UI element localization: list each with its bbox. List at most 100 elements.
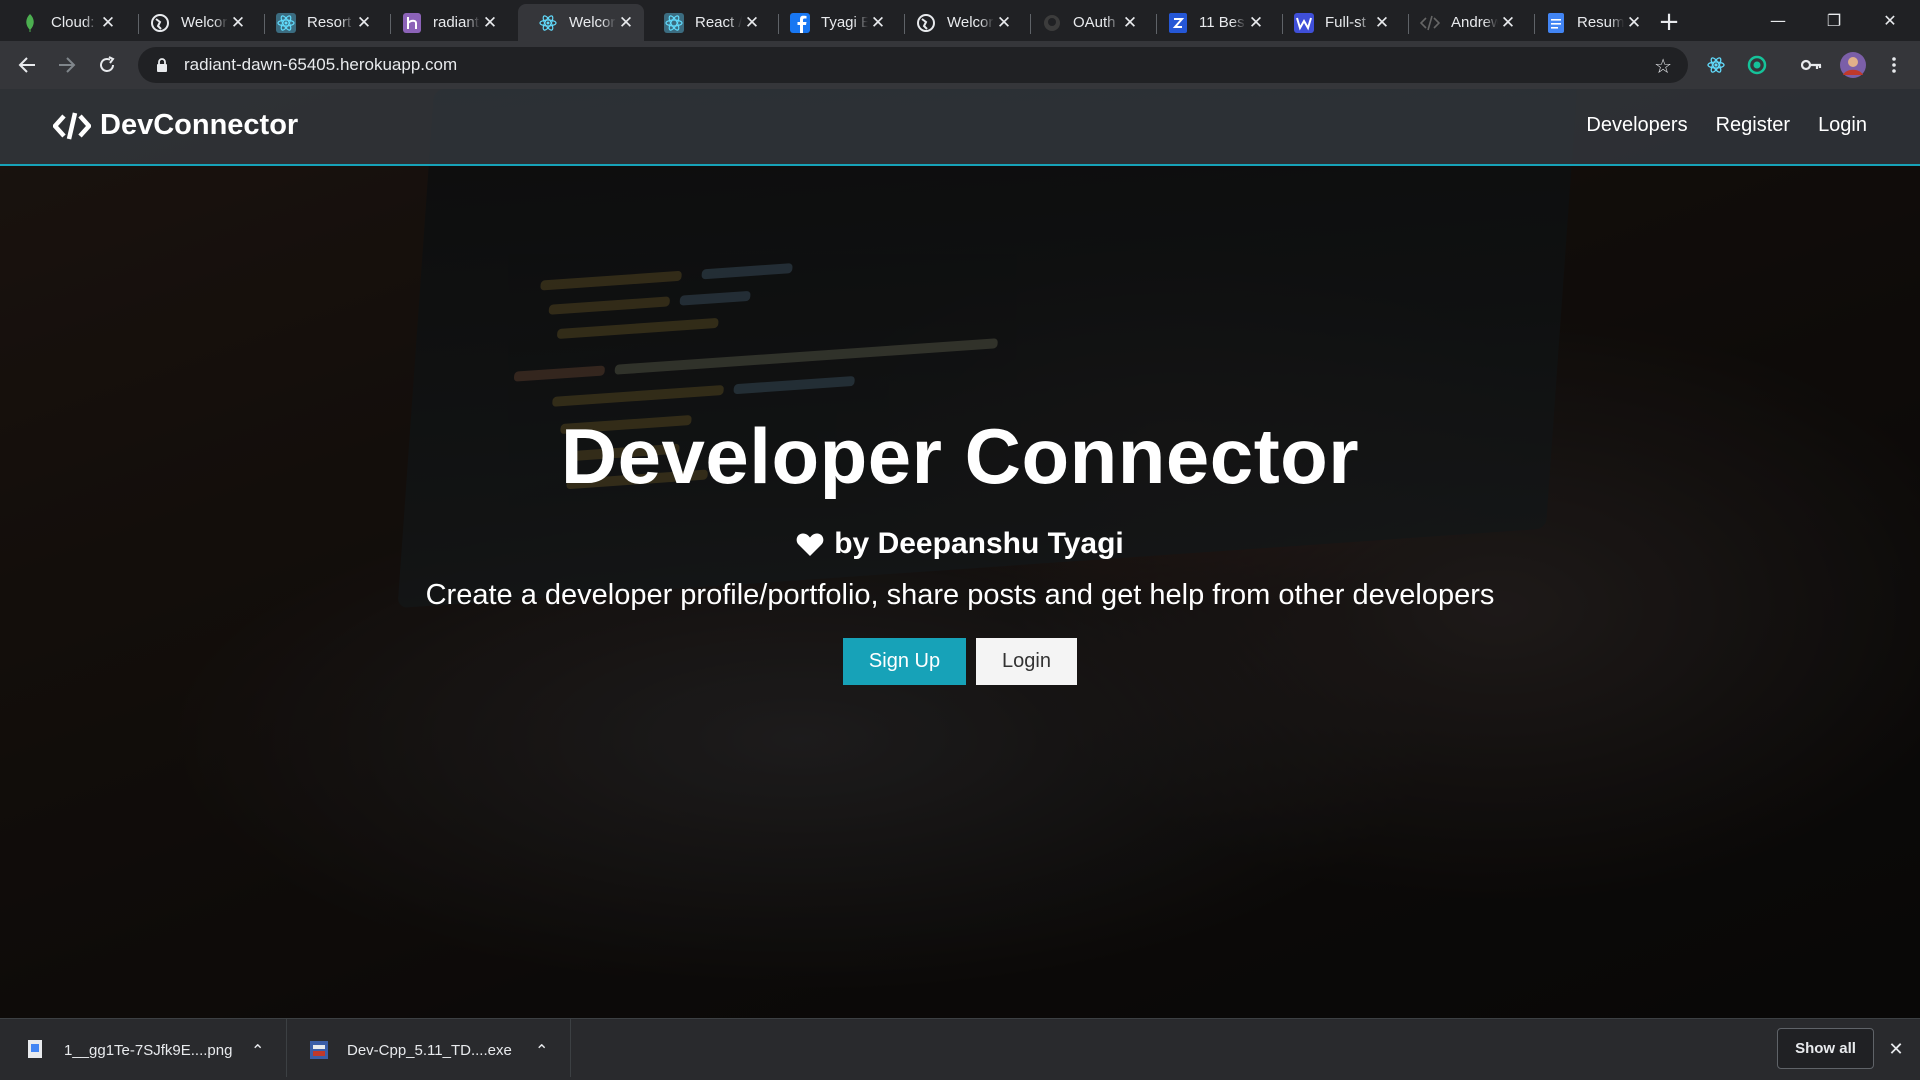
github-icon — [1042, 13, 1062, 33]
back-button[interactable] — [13, 51, 41, 79]
close-icon[interactable]: ✕ — [1246, 13, 1266, 33]
docs-icon — [1546, 12, 1566, 33]
facebook-icon — [790, 12, 810, 33]
close-icon[interactable]: ✕ — [1120, 13, 1140, 33]
tab-resume[interactable]: Resum ✕ — [1526, 4, 1652, 41]
forward-button[interactable] — [53, 51, 81, 79]
nav-developers-link[interactable]: Developers — [1586, 114, 1687, 137]
tab-title: Welcor — [181, 14, 228, 31]
lock-icon — [157, 57, 167, 72]
tab-resort[interactable]: Resort ✕ — [256, 4, 382, 41]
chevron-up-icon[interactable]: ⌃ — [251, 1041, 264, 1060]
tab-welcome-1[interactable]: Welcor ✕ — [130, 4, 256, 41]
avatar[interactable] — [1839, 51, 1867, 79]
landing-hero: Developer Connector by Deepanshu Tyagi C… — [0, 417, 1920, 685]
close-icon[interactable]: ✕ — [868, 13, 888, 33]
close-icon[interactable]: ✕ — [228, 13, 248, 33]
tab-andrew[interactable]: Andrew ✕ — [1400, 4, 1526, 41]
nav-login-link[interactable]: Login — [1818, 114, 1867, 137]
close-window-button[interactable]: ✕ — [1862, 0, 1918, 40]
react-icon — [538, 13, 558, 33]
exe-file-icon — [310, 1041, 328, 1059]
login-button[interactable]: Login — [976, 638, 1077, 685]
download-filename: Dev-Cpp_5.11_TD....exe — [347, 1041, 512, 1059]
menu-icon[interactable] — [1880, 51, 1908, 79]
arrow-left-icon — [18, 57, 35, 73]
new-tab-button[interactable]: + — [1655, 7, 1683, 37]
browser-window: Cloud: ✕ Welcor ✕ Resort ✕ radiant ✕ Wel… — [0, 0, 1920, 1080]
download-filename: 1__gg1Te-7SJfk9E....png — [64, 1041, 233, 1059]
tab-welcome-2[interactable]: Welcor ✕ — [896, 4, 1022, 41]
tab-title: React / — [695, 14, 742, 31]
code-icon — [1420, 13, 1440, 33]
tab-title: Full-st — [1325, 14, 1366, 31]
tab-full-stack[interactable]: Full-st ✕ — [1274, 4, 1400, 41]
brand-name: DevConnector — [100, 109, 299, 141]
close-icon[interactable]: ✕ — [1498, 13, 1518, 33]
download-separator — [570, 1019, 571, 1077]
close-icon[interactable]: ✕ — [1372, 13, 1392, 33]
sign-up-button[interactable]: Sign Up — [843, 638, 966, 685]
hero-title: Developer Connector — [560, 412, 1360, 500]
byline-text: by Deepanshu Tyagi — [834, 527, 1124, 560]
tab-oauth[interactable]: OAuth ✕ — [1022, 4, 1148, 41]
close-icon[interactable]: ✕ — [480, 13, 500, 33]
minimize-button[interactable]: — — [1750, 0, 1806, 40]
url-text: radiant-dawn-65405.herokuapp.com — [184, 55, 458, 74]
close-icon[interactable]: ✕ — [1624, 13, 1644, 33]
close-icon[interactable]: ✕ — [616, 13, 636, 33]
tab-radiant[interactable]: radiant ✕ — [382, 4, 508, 41]
globe-icon — [916, 13, 936, 33]
leaf-icon — [20, 13, 40, 33]
tab-title: Welcor — [947, 14, 994, 31]
image-file-icon — [28, 1040, 42, 1058]
hero-lead: Create a developer profile/portfolio, sh… — [425, 579, 1495, 611]
close-icon[interactable]: ✕ — [742, 13, 762, 33]
tab-title: Resum — [1577, 14, 1624, 31]
nav-links: Developers Register Login — [1586, 114, 1867, 137]
reload-icon — [100, 56, 115, 72]
key-icon[interactable] — [1798, 51, 1826, 79]
address-bar[interactable]: radiant-dawn-65405.herokuapp.com ☆ — [138, 47, 1688, 83]
close-icon[interactable]: ✕ — [994, 13, 1014, 33]
tab-title: Resort — [307, 14, 352, 31]
tab-welcome-active[interactable]: Welcor ✕ — [518, 4, 644, 41]
restore-button[interactable]: ❐ — [1806, 0, 1862, 40]
react-icon — [276, 12, 296, 33]
show-all-button[interactable]: Show all — [1777, 1028, 1874, 1069]
tab-title: Welcor — [569, 14, 616, 31]
download-item[interactable]: 1__gg1Te-7SJfk9E....png ⌃ — [26, 1019, 266, 1080]
brand-logo[interactable]: DevConnector — [53, 109, 298, 142]
close-icon[interactable]: ✕ — [1884, 1037, 1908, 1061]
page-viewport: DevConnector Developers Register Login D… — [0, 89, 1920, 1018]
browser-toolbar: radiant-dawn-65405.herokuapp.com ☆ — [0, 41, 1920, 89]
close-icon[interactable]: ✕ — [98, 13, 118, 33]
nav-register-link[interactable]: Register — [1716, 114, 1790, 137]
site-navbar: DevConnector Developers Register Login — [0, 89, 1920, 166]
blue-logo-icon — [1168, 12, 1188, 33]
tab-title: OAuth — [1073, 14, 1116, 31]
tab-react[interactable]: React / ✕ — [644, 4, 770, 41]
heart-icon — [796, 532, 824, 556]
reload-button[interactable] — [93, 51, 121, 79]
tab-cloud[interactable]: Cloud: ✕ — [0, 4, 126, 41]
tab-title: Andrew — [1451, 14, 1498, 31]
react-devtools-icon[interactable] — [1702, 51, 1730, 79]
tab-title: Cloud: — [51, 14, 95, 31]
code-icon — [53, 111, 91, 140]
globe-icon — [150, 13, 170, 33]
star-icon[interactable]: ☆ — [1654, 54, 1672, 78]
tab-tyagi[interactable]: Tyagi E ✕ — [770, 4, 896, 41]
heroku-icon — [402, 12, 422, 33]
chevron-up-icon[interactable]: ⌃ — [535, 1041, 548, 1060]
react-icon — [664, 12, 684, 33]
download-separator — [286, 1019, 287, 1077]
download-bar: 1__gg1Te-7SJfk9E....png ⌃ Dev-Cpp_5.11_T… — [0, 1018, 1920, 1080]
arrow-right-icon — [59, 57, 76, 73]
w-logo-icon — [1294, 12, 1314, 33]
grammarly-icon[interactable] — [1743, 51, 1771, 79]
tab-11-best[interactable]: 11 Bes ✕ — [1148, 4, 1274, 41]
download-item[interactable]: Dev-Cpp_5.11_TD....exe ⌃ — [309, 1019, 549, 1080]
close-icon[interactable]: ✕ — [354, 13, 374, 33]
hero-buttons: Sign Up Login — [0, 638, 1920, 685]
